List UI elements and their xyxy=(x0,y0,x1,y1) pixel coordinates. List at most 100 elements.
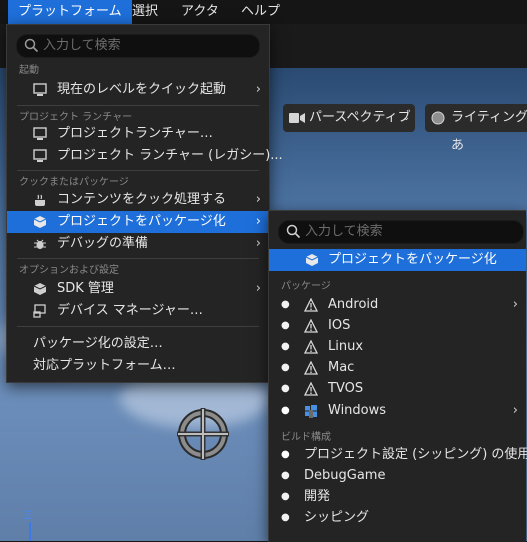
build-development-label: 開発 xyxy=(304,489,331,504)
chevron-right-icon: › xyxy=(255,236,261,251)
bullet-icon: ● xyxy=(281,320,290,331)
supported-platforms-label: 対応プラットフォーム… xyxy=(33,358,176,373)
search-icon xyxy=(286,224,301,239)
perspective-dropdown[interactable]: パースペクティブ ⌄ xyxy=(283,104,415,132)
platform-android-item[interactable]: ● Android › xyxy=(269,294,526,316)
platform-tvos-label: TVOS xyxy=(328,381,364,396)
section-options: オプションおよび設定 xyxy=(19,265,119,276)
radio-selected-icon: ● xyxy=(281,449,290,460)
build-project-settings-item[interactable]: ● プロジェクト設定 (シッピング) の使用 xyxy=(269,444,527,466)
sub-search-input[interactable]: 入力して検索 xyxy=(278,220,524,244)
chevron-down-icon: ⌄ xyxy=(402,113,410,123)
quick-launch-item[interactable]: 現在のレベルをクイック起動 › xyxy=(7,79,269,101)
platform-menu: 入力して検索 起動 現在のレベルをクイック起動 › プロジェクト ランチャー プ… xyxy=(6,24,283,383)
bullet-icon: ● xyxy=(281,491,290,502)
separator xyxy=(17,258,259,259)
chevron-right-icon: › xyxy=(255,214,261,229)
axis-z-label: Z xyxy=(24,509,32,522)
packaging-settings-item[interactable]: パッケージ化の設定… xyxy=(7,333,269,355)
bullet-icon: ● xyxy=(281,299,290,310)
device-manager-label: デバイス マネージャー… xyxy=(57,303,203,318)
lighting-label: ライティングあ xyxy=(451,110,527,153)
search-icon xyxy=(24,38,39,53)
chevron-right-icon: › xyxy=(255,281,261,296)
launcher-legacy-icon xyxy=(33,149,47,162)
sub-package-project-label: プロジェクトをパッケージ化 xyxy=(328,252,497,267)
separator xyxy=(17,170,259,171)
platform-linux-item[interactable]: ● Linux xyxy=(269,336,526,358)
prepare-debug-item[interactable]: デバッグの準備 › xyxy=(7,233,269,255)
platform-linux-label: Linux xyxy=(328,339,364,354)
build-development-item[interactable]: ● 開発 xyxy=(269,486,526,508)
bullet-icon: ● xyxy=(281,362,290,373)
package-box-icon xyxy=(33,216,47,228)
section-project-launcher: プロジェクト ランチャー xyxy=(19,112,133,123)
platform-windows-item[interactable]: ● Windows › xyxy=(269,400,526,422)
project-launcher-item[interactable]: プロジェクトランチャー… xyxy=(7,123,269,145)
warning-icon xyxy=(304,319,318,333)
chevron-right-icon: › xyxy=(512,297,518,312)
sdk-management-label: SDK 管理 xyxy=(57,281,114,296)
bullet-icon: ● xyxy=(281,512,290,523)
build-shipping-item[interactable]: ● シッピング xyxy=(269,507,526,529)
chevron-right-icon: › xyxy=(255,192,261,207)
menubar-help[interactable]: ヘルプ xyxy=(231,0,290,24)
perspective-label: パースペクティブ xyxy=(309,110,411,125)
menubar-actor[interactable]: アクタ xyxy=(171,0,229,24)
bullet-icon: ● xyxy=(281,383,290,394)
warning-icon xyxy=(304,340,318,354)
bullet-icon: ● xyxy=(281,470,290,481)
platform-mac-item[interactable]: ● Mac xyxy=(269,357,526,379)
warning-icon xyxy=(304,361,318,375)
section-package: パッケージ xyxy=(281,281,331,292)
project-launcher-legacy-label: プロジェクト ランチャー (レガシー)... xyxy=(57,148,283,163)
build-shipping-label: シッピング xyxy=(304,510,370,525)
bullet-icon: ● xyxy=(281,405,290,416)
platform-windows-label: Windows xyxy=(328,403,387,418)
transform-gizmo-icon xyxy=(177,408,229,460)
launch-device-icon xyxy=(33,83,47,96)
platform-ios-item[interactable]: ● IOS xyxy=(269,315,526,337)
quick-launch-label: 現在のレベルをクイック起動 xyxy=(57,82,227,97)
search-placeholder: 入力して検索 xyxy=(305,224,383,239)
cook-pot-icon xyxy=(35,194,45,206)
supported-platforms-item[interactable]: 対応プラットフォーム… xyxy=(7,355,269,377)
device-icon xyxy=(33,304,46,318)
main-search-input[interactable]: 入力して検索 xyxy=(16,34,260,58)
build-debuggame-item[interactable]: ● DebugGame xyxy=(269,465,526,487)
sdk-management-item[interactable]: SDK 管理 › xyxy=(7,278,269,300)
launcher-icon xyxy=(33,127,47,140)
package-submenu: 入力して検索 プロジェクトをパッケージ化 パッケージ ● Android › ●… xyxy=(268,210,527,542)
windows-logo-icon xyxy=(305,405,317,418)
package-project-item[interactable]: プロジェクトをパッケージ化 › xyxy=(7,211,269,233)
lighting-dropdown[interactable]: ライティングあ xyxy=(425,104,527,153)
package-box-icon xyxy=(305,254,319,266)
chevron-right-icon: › xyxy=(255,82,261,97)
device-manager-item[interactable]: デバイス マネージャー… xyxy=(7,300,269,322)
chevron-right-icon: › xyxy=(512,403,518,418)
platform-tvos-item[interactable]: ● TVOS xyxy=(269,378,526,400)
menubar-select[interactable]: 選択 xyxy=(122,0,168,24)
bullet-icon: ● xyxy=(281,341,290,352)
section-cook-package: クックまたはパッケージ xyxy=(19,177,129,188)
build-debuggame-label: DebugGame xyxy=(304,468,386,483)
camera-icon xyxy=(289,113,305,123)
bug-icon xyxy=(34,239,46,249)
separator xyxy=(17,326,259,327)
sub-package-project-item[interactable]: プロジェクトをパッケージ化 xyxy=(269,249,526,271)
sdk-box-icon xyxy=(33,283,47,295)
platform-ios-label: IOS xyxy=(328,318,351,333)
project-launcher-label: プロジェクトランチャー… xyxy=(57,126,213,141)
search-placeholder: 入力して検索 xyxy=(43,38,121,53)
warning-icon xyxy=(304,382,318,396)
project-launcher-legacy-item[interactable]: プロジェクト ランチャー (レガシー)... xyxy=(7,145,283,167)
section-build-config: ビルド構成 xyxy=(281,432,331,443)
cook-content-item[interactable]: コンテンツをクック処理する › xyxy=(7,189,269,211)
platform-mac-label: Mac xyxy=(328,360,355,375)
lighting-sphere-icon xyxy=(431,111,445,125)
menubar: プラットフォーム 選択 アクタ ヘルプ xyxy=(0,0,527,24)
warning-icon xyxy=(304,298,318,312)
menubar-platform[interactable]: プラットフォーム xyxy=(8,0,132,24)
axis-z-line xyxy=(29,522,31,541)
package-project-label: プロジェクトをパッケージ化 xyxy=(57,214,226,229)
